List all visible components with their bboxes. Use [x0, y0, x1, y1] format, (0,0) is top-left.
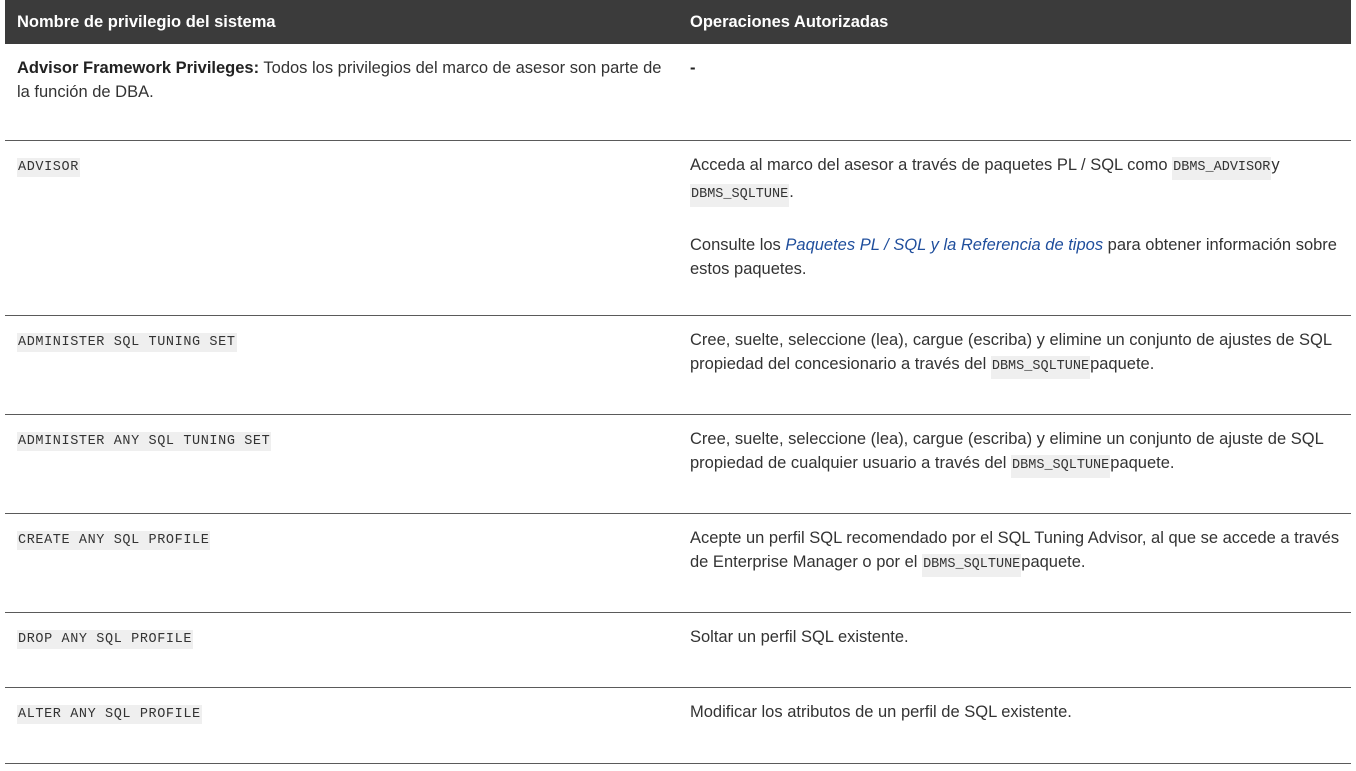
cell-content: -	[690, 44, 1341, 80]
cell-content: CREATE ANY SQL PROFILE	[17, 514, 666, 553]
privilege-cell: DROP ANY SQL PROFILE	[5, 612, 678, 688]
table-body: Advisor Framework Privileges: Todos los …	[5, 44, 1351, 764]
column-header-privilege: Nombre de privilegio del sistema	[5, 0, 678, 44]
operations-text: Acceda al marco del asesor a través de p…	[690, 155, 1173, 174]
privilege-name: DROP ANY SQL PROFILE	[17, 629, 194, 649]
privilege-name: CREATE ANY SQL PROFILE	[17, 530, 211, 550]
operations-text: paquete.	[1090, 354, 1155, 373]
cell-content: ADVISOR	[17, 141, 666, 180]
operations-cell: Acepte un perfil SQL recomendado por el …	[678, 513, 1351, 613]
privilege-cell: ADVISOR	[5, 140, 678, 316]
cell-content: Cree, suelte, seleccione (lea), cargue (…	[690, 316, 1341, 379]
operations-cell: Cree, suelte, seleccione (lea), cargue (…	[678, 315, 1351, 415]
privilege-name: ADMINISTER SQL TUNING SET	[17, 332, 237, 352]
cell-content: ADMINISTER SQL TUNING SET	[17, 316, 666, 355]
table-row: Advisor Framework Privileges: Todos los …	[5, 44, 1351, 141]
section-label: Advisor Framework Privileges:	[17, 59, 260, 77]
privilege-cell: ALTER ANY SQL PROFILE	[5, 687, 678, 764]
operations-paragraph: Acceda al marco del asesor a través de p…	[690, 153, 1341, 207]
privileges-table: Nombre de privilegio del sistema Operaci…	[5, 0, 1351, 764]
table-row: ADMINISTER ANY SQL TUNING SET Cree, suel…	[5, 414, 1351, 514]
reference-paragraph: Consulte los Paquetes PL / SQL y la Refe…	[690, 233, 1341, 281]
table-row: ADVISOR Acceda al marco del asesor a tra…	[5, 140, 1351, 316]
operations-cell: Modificar los atributos de un perfil de …	[678, 687, 1351, 764]
privilege-cell: Advisor Framework Privileges: Todos los …	[5, 44, 678, 141]
header-row: Nombre de privilegio del sistema Operaci…	[5, 0, 1351, 44]
privilege-name: ALTER ANY SQL PROFILE	[17, 704, 202, 724]
operations-cell: -	[678, 44, 1351, 141]
operations-text: y	[1271, 155, 1280, 174]
privileges-table-wrapper: Nombre de privilegio del sistema Operaci…	[5, 0, 1351, 764]
operations-text: .	[789, 182, 794, 201]
cell-content: ALTER ANY SQL PROFILE	[17, 688, 666, 727]
operations-dash: -	[690, 59, 696, 77]
cell-content: Modificar los atributos de un perfil de …	[690, 688, 1341, 724]
table-row: ADMINISTER SQL TUNING SET Cree, suelte, …	[5, 315, 1351, 415]
table-row: ALTER ANY SQL PROFILE Modificar los atri…	[5, 687, 1351, 764]
cell-content: Acepte un perfil SQL recomendado por el …	[690, 514, 1341, 577]
table-row: CREATE ANY SQL PROFILE Acepte un perfil …	[5, 513, 1351, 613]
table-header: Nombre de privilegio del sistema Operaci…	[5, 0, 1351, 44]
cell-content: Soltar un perfil SQL existente.	[690, 613, 1341, 649]
operations-text: Soltar un perfil SQL existente.	[690, 627, 909, 646]
operations-text: Cree, suelte, seleccione (lea), cargue (…	[690, 429, 1324, 472]
package-code: DBMS_SQLTUNE	[922, 553, 1022, 577]
table-row: DROP ANY SQL PROFILE Soltar un perfil SQ…	[5, 612, 1351, 688]
privilege-cell: CREATE ANY SQL PROFILE	[5, 513, 678, 613]
reference-text: Consulte los	[690, 235, 786, 254]
privilege-name: ADMINISTER ANY SQL TUNING SET	[17, 431, 272, 451]
cell-content: Acceda al marco del asesor a través de p…	[690, 141, 1341, 281]
cell-content: DROP ANY SQL PROFILE	[17, 613, 666, 652]
operations-cell: Cree, suelte, seleccione (lea), cargue (…	[678, 414, 1351, 514]
privilege-cell: ADMINISTER ANY SQL TUNING SET	[5, 414, 678, 514]
reference-link[interactable]: Paquetes PL / SQL y la Referencia de tip…	[785, 236, 1103, 254]
operations-text: paquete.	[1110, 453, 1175, 472]
cell-content: ADMINISTER ANY SQL TUNING SET	[17, 415, 666, 454]
column-header-operations: Operaciones Autorizadas	[678, 0, 1351, 44]
privilege-name: ADVISOR	[17, 157, 80, 177]
operations-text: paquete.	[1021, 552, 1086, 571]
package-code: DBMS_SQLTUNE	[1011, 454, 1111, 478]
package-code: DBMS_SQLTUNE	[990, 355, 1091, 379]
cell-content: Advisor Framework Privileges: Todos los …	[17, 44, 666, 104]
operations-text: Modificar los atributos de un perfil de …	[690, 702, 1072, 721]
package-code: DBMS_SQLTUNE	[690, 183, 790, 207]
operations-cell: Acceda al marco del asesor a través de p…	[678, 140, 1351, 316]
package-code: DBMS_ADVISOR	[1172, 156, 1272, 180]
cell-content: Cree, suelte, seleccione (lea), cargue (…	[690, 415, 1341, 478]
operations-cell: Soltar un perfil SQL existente.	[678, 612, 1351, 688]
privilege-cell: ADMINISTER SQL TUNING SET	[5, 315, 678, 415]
